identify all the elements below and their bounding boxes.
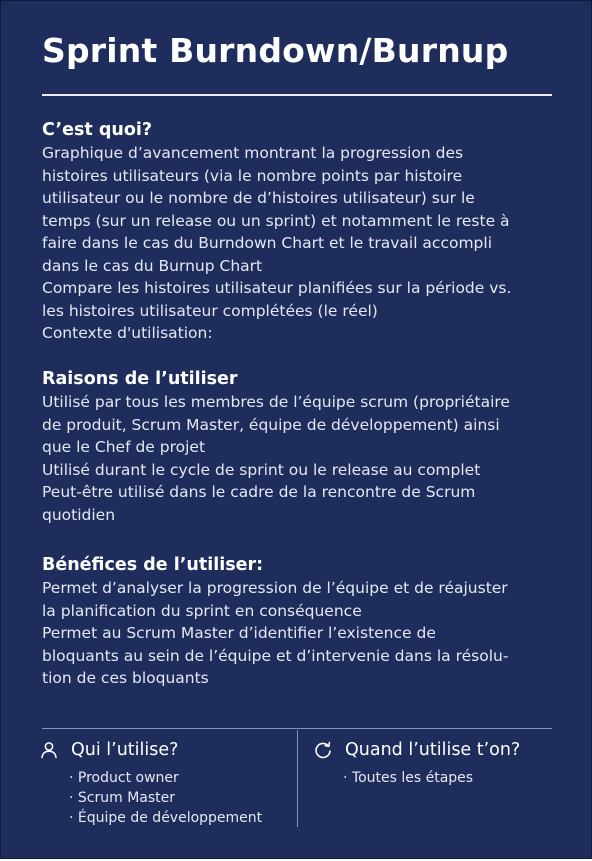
footer-who-item: Équipe de développement [69, 808, 289, 828]
section-why-line: Utilisé durant le cycle de sprint ou le … [42, 460, 481, 479]
section-benefits-line: Permet au Scrum Master d’identifier l’ex… [42, 624, 436, 642]
footer-who-item: Scrum Master [69, 788, 289, 808]
section-why-line: Peut-être utilisé dans le cadre de la re… [42, 483, 476, 501]
person-icon [41, 742, 57, 759]
section-why-line: Utilisé par tous les membres de l’équipe… [42, 393, 510, 411]
section-benefits: Bénéfices de l’utiliser: Permet d’analys… [42, 554, 562, 690]
footer-when-item: Toutes les étapes [343, 768, 563, 788]
section-benefits-line: Permet d’analyser la progression de l’éq… [42, 579, 508, 597]
section-benefits-line: tion de ces bloquants [42, 669, 209, 687]
cycle-icon [315, 741, 331, 759]
section-what-line: Contexte d'utilisation: [42, 324, 213, 342]
section-what-line: temps (sur un release ou un sprint) et n… [42, 211, 510, 230]
section-what-body: Graphique d’avancement montrant la progr… [42, 142, 562, 345]
section-what-line: histoires utilisateurs (via le nombre po… [42, 166, 463, 185]
footer-who-heading: Qui l’utilise? [71, 740, 179, 760]
section-why-line: de produit, Scrum Master, équipe de déve… [42, 415, 500, 434]
footer-when-heading: Quand l’utilise t’on? [345, 740, 521, 760]
section-benefits-body: Permet d’analyser la progression de l’éq… [42, 577, 562, 690]
footer-who-header: Qui l’utilise? [39, 738, 289, 762]
title-divider [42, 94, 552, 96]
footer-when-list: Toutes les étapes [343, 768, 563, 788]
footer-who-item: Product owner [69, 768, 289, 788]
section-why: Raisons de l’utiliser Utilisé par tous l… [42, 368, 562, 526]
footer-when: Quand l’utilise t’on? Toutes les étapes [313, 738, 563, 788]
section-what: C’est quoi? Graphique d’avancement montr… [42, 119, 562, 345]
section-benefits-heading: Bénéfices de l’utiliser: [42, 555, 264, 575]
method-card: Sprint Burndown/Burnup C’est quoi? Graph… [0, 0, 592, 859]
card-title: Sprint Burndown/Burnup [42, 31, 509, 70]
section-why-line: quotidien [42, 505, 116, 524]
section-what-line: Compare les histoires utilisateur planif… [42, 279, 512, 297]
section-benefits-line: bloquants au sein de l’équipe et d’inter… [42, 646, 509, 665]
section-why-heading: Raisons de l’utiliser [42, 369, 238, 389]
section-what-line: Graphique d’avancement montrant la progr… [42, 144, 464, 162]
section-what-line: dans le cas du Burnup Chart [42, 256, 263, 275]
footer-column-divider [297, 730, 298, 827]
section-what-heading: C’est quoi? [42, 120, 153, 140]
section-what-line: faire dans le cas du Burndown Chart et l… [42, 234, 492, 252]
section-benefits-line: la planification du sprint en conséquenc… [42, 601, 362, 620]
section-what-line: les histoires utilisateur complétées (le… [42, 301, 378, 320]
footer-who: Qui l’utilise? Product owner Scrum Maste… [39, 738, 289, 828]
section-what-line: utilisateur ou le nombre de d’histoires … [42, 189, 475, 207]
section-why-body: Utilisé par tous les membres de l’équipe… [42, 391, 562, 526]
footer-divider [42, 728, 552, 729]
section-why-line: que le Chef de projet [42, 438, 206, 456]
footer-who-list: Product owner Scrum Master Équipe de dév… [69, 768, 289, 828]
footer-when-header: Quand l’utilise t’on? [313, 738, 563, 762]
